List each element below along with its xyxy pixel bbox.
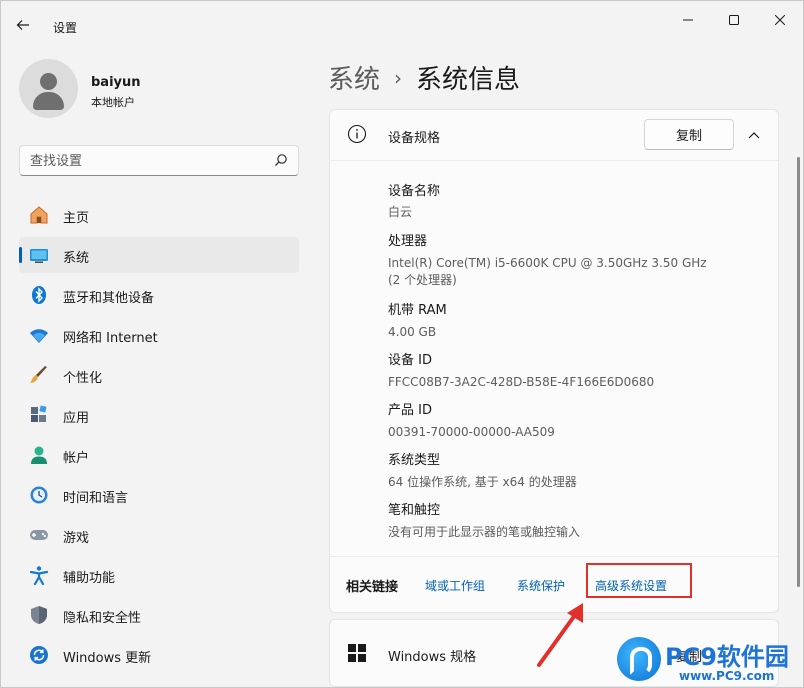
spec-label-device-name: 设备名称 bbox=[388, 184, 441, 199]
device-specs-title: 设备规格 bbox=[388, 131, 441, 146]
sidebar-nav: 主页 系统 蓝牙和其他设备 网络和 Internet 个性化 应用 帐户 时间和… bbox=[19, 197, 299, 677]
sidebar-item-label: 时间和语言 bbox=[63, 491, 129, 506]
system-icon bbox=[30, 249, 48, 263]
spec-value-processor-count: (2 个处理器) bbox=[388, 273, 457, 287]
page-title: 系统信息 bbox=[416, 65, 521, 95]
breadcrumb-parent[interactable]: 系统 bbox=[328, 65, 380, 95]
close-icon bbox=[775, 15, 785, 25]
info-icon bbox=[347, 124, 367, 144]
minimize-button[interactable] bbox=[665, 9, 711, 31]
sidebar-item-personalization[interactable]: 个性化 bbox=[19, 357, 299, 393]
sidebar-item-label: 应用 bbox=[63, 411, 90, 426]
scrollbar[interactable] bbox=[797, 157, 800, 587]
sidebar-item-label: 蓝牙和其他设备 bbox=[63, 291, 155, 306]
arrow-left-icon bbox=[16, 20, 29, 30]
sidebar-item-time-language[interactable]: 时间和语言 bbox=[19, 477, 299, 513]
domain-workgroup-link[interactable]: 域或工作组 bbox=[425, 577, 485, 594]
maximize-icon bbox=[729, 15, 739, 25]
spec-value-ram: 4.00 GB bbox=[388, 325, 437, 339]
back-button[interactable] bbox=[11, 13, 35, 37]
system-protection-link[interactable]: 系统保护 bbox=[517, 577, 565, 594]
apps-icon bbox=[31, 405, 47, 422]
gamepad-icon bbox=[30, 530, 48, 540]
app-title: 设置 bbox=[53, 21, 78, 35]
accessibility-icon bbox=[29, 566, 49, 585]
spec-label-device-id: 设备 ID bbox=[388, 353, 432, 368]
sidebar-item-label: 游戏 bbox=[63, 531, 90, 546]
spec-value-processor: Intel(R) Core(TM) i5-6600K CPU @ 3.50GHz… bbox=[388, 256, 707, 270]
spec-label-product-id: 产品 ID bbox=[388, 403, 432, 418]
divider bbox=[330, 160, 778, 161]
sidebar-item-bluetooth[interactable]: 蓝牙和其他设备 bbox=[19, 277, 299, 313]
search-box bbox=[19, 145, 299, 176]
spec-value-device-id: FFCC08B7-3A2C-428D-B58E-4F166E6D0680 bbox=[388, 375, 655, 389]
sidebar-item-accounts[interactable]: 帐户 bbox=[19, 437, 299, 473]
sidebar-item-label: 主页 bbox=[63, 211, 90, 226]
user-name: baiyun bbox=[91, 75, 141, 90]
sidebar-item-privacy[interactable]: 隐私和安全性 bbox=[19, 597, 299, 633]
sidebar-item-network[interactable]: 网络和 Internet bbox=[19, 317, 299, 353]
spec-label-pen-touch: 笔和触控 bbox=[388, 503, 441, 518]
device-specs-card: 设备规格 复制 设备名称 白云 处理器 Intel(R) Core(TM) i5… bbox=[329, 109, 779, 613]
windows-logo-icon bbox=[348, 644, 366, 662]
sidebar-item-label: 个性化 bbox=[63, 371, 103, 386]
device-specs-header[interactable]: 设备规格 复制 bbox=[330, 110, 778, 160]
wifi-icon bbox=[30, 329, 48, 343]
shield-icon bbox=[31, 606, 47, 624]
annotation-arrow-icon bbox=[537, 603, 583, 667]
spec-value-pen-touch: 没有可用于此显示器的笔或触控输入 bbox=[388, 525, 581, 539]
sidebar-item-home[interactable]: 主页 bbox=[19, 197, 299, 233]
windows-specs-title: Windows 规格 bbox=[388, 650, 477, 665]
account-type: 本地帐户 bbox=[91, 96, 135, 109]
home-icon bbox=[30, 206, 48, 224]
breadcrumb: 系统 › 系统信息 bbox=[328, 59, 520, 96]
spec-value-device-name: 白云 bbox=[388, 205, 413, 219]
user-profile[interactable]: baiyun 本地帐户 bbox=[19, 59, 299, 121]
watermark-logo: PC9软件园 www.PC9.com bbox=[613, 631, 803, 687]
sidebar-item-label: 辅助功能 bbox=[63, 571, 116, 586]
sidebar-item-apps[interactable]: 应用 bbox=[19, 397, 299, 433]
related-links-label: 相关链接 bbox=[346, 580, 399, 595]
collapse-button[interactable] bbox=[742, 125, 766, 145]
chevron-up-icon bbox=[748, 132, 760, 139]
update-icon bbox=[30, 646, 48, 664]
account-icon bbox=[31, 446, 47, 464]
watermark-title: PC9软件园 bbox=[665, 643, 789, 671]
bluetooth-icon bbox=[32, 286, 46, 304]
close-button[interactable] bbox=[757, 9, 803, 31]
sidebar-item-gaming[interactable]: 游戏 bbox=[19, 517, 299, 553]
maximize-button[interactable] bbox=[711, 9, 757, 31]
sidebar-item-system[interactable]: 系统 bbox=[19, 237, 299, 273]
sidebar-item-label: 帐户 bbox=[63, 451, 90, 466]
search-input[interactable] bbox=[30, 152, 260, 170]
search-icon[interactable] bbox=[274, 153, 288, 167]
sidebar-item-windows-update[interactable]: Windows 更新 bbox=[19, 637, 299, 673]
sidebar-item-accessibility[interactable]: 辅助功能 bbox=[19, 557, 299, 593]
spec-label-ram: 机带 RAM bbox=[388, 303, 447, 318]
spec-value-system-type: 64 位操作系统, 基于 x64 的处理器 bbox=[388, 475, 577, 489]
advanced-system-settings-link[interactable]: 高级系统设置 bbox=[595, 577, 667, 594]
spec-label-system-type: 系统类型 bbox=[388, 453, 441, 468]
time-language-icon bbox=[30, 486, 48, 504]
watermark-subtitle: www.PC9.com bbox=[679, 669, 775, 683]
avatar bbox=[19, 59, 78, 118]
sidebar-item-label: 系统 bbox=[63, 251, 90, 266]
settings-window: 设置 baiyun 本地帐户 主页 bbox=[0, 0, 804, 688]
copy-button[interactable]: 复制 bbox=[644, 119, 734, 150]
sidebar-item-label: Windows 更新 bbox=[63, 651, 152, 666]
brush-icon bbox=[30, 366, 47, 383]
breadcrumb-separator: › bbox=[394, 66, 403, 90]
title-bar: 设置 bbox=[1, 1, 804, 41]
minimize-icon bbox=[683, 19, 693, 21]
spec-value-product-id: 00391-70000-00000-AA509 bbox=[388, 425, 555, 439]
watermark-badge-icon bbox=[617, 637, 661, 681]
sidebar-item-label: 隐私和安全性 bbox=[63, 611, 142, 626]
sidebar-item-label: 网络和 Internet bbox=[63, 331, 158, 346]
spec-label-processor: 处理器 bbox=[388, 234, 428, 249]
